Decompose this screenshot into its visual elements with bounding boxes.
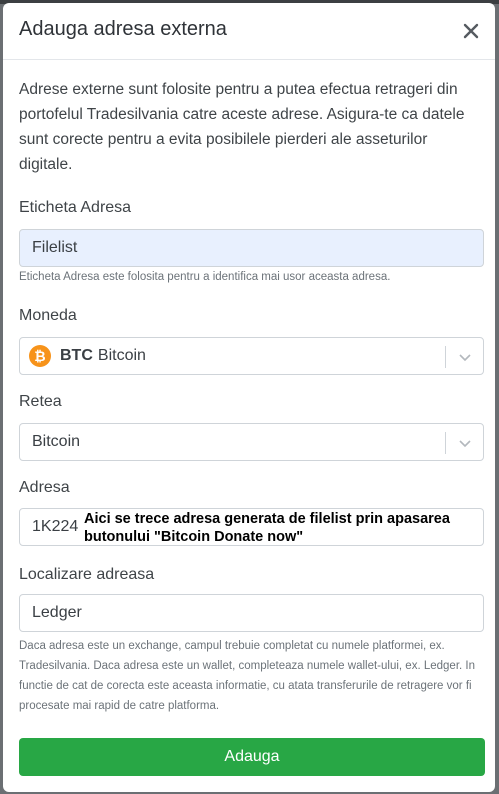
bitcoin-icon: ₿ bbox=[29, 345, 51, 367]
select-divider bbox=[445, 432, 446, 454]
address-annotation: Aici se trece adresa generata de filelis… bbox=[84, 511, 450, 545]
address-label: Adresa bbox=[19, 479, 70, 496]
close-icon bbox=[463, 23, 479, 39]
modal-title: Adauga adresa externa bbox=[19, 18, 227, 40]
modal-header: Adauga adresa externa bbox=[3, 3, 495, 60]
location-help: Daca adresa este un exchange, campul tre… bbox=[19, 640, 475, 712]
currency-symbol: BTC bbox=[60, 347, 93, 364]
currency-label: Moneda bbox=[19, 307, 77, 324]
network-label: Retea bbox=[19, 393, 62, 410]
add-button[interactable]: Adauga bbox=[19, 738, 485, 776]
select-divider bbox=[445, 346, 446, 368]
location-label: Localizare adreasa bbox=[19, 566, 155, 583]
intro-text: Adrese externe sunt folosite pentru a pu… bbox=[19, 81, 465, 173]
network-select[interactable]: Bitcoin bbox=[19, 423, 484, 461]
address-value: 1K224 bbox=[32, 518, 79, 535]
network-value: Bitcoin bbox=[32, 433, 81, 450]
location-input[interactable]: Ledger bbox=[19, 594, 484, 632]
currency-select[interactable]: ₿ BTC Bitcoin bbox=[19, 337, 484, 375]
currency-name: Bitcoin bbox=[97, 347, 146, 364]
chevron-down-icon bbox=[459, 440, 471, 448]
chevron-down-icon bbox=[459, 354, 471, 362]
add-external-address-modal: Adauga adresa externa Adrese externe sun… bbox=[3, 3, 495, 792]
address-label-input[interactable]: Filelist bbox=[19, 229, 484, 267]
close-button[interactable] bbox=[457, 15, 485, 47]
address-label-label: Eticheta Adresa bbox=[19, 199, 132, 216]
location-value: Ledger bbox=[32, 604, 82, 621]
address-label-value: Filelist bbox=[32, 239, 78, 256]
address-label-help: Eticheta Adresa este folosita pentru a i… bbox=[19, 271, 391, 283]
